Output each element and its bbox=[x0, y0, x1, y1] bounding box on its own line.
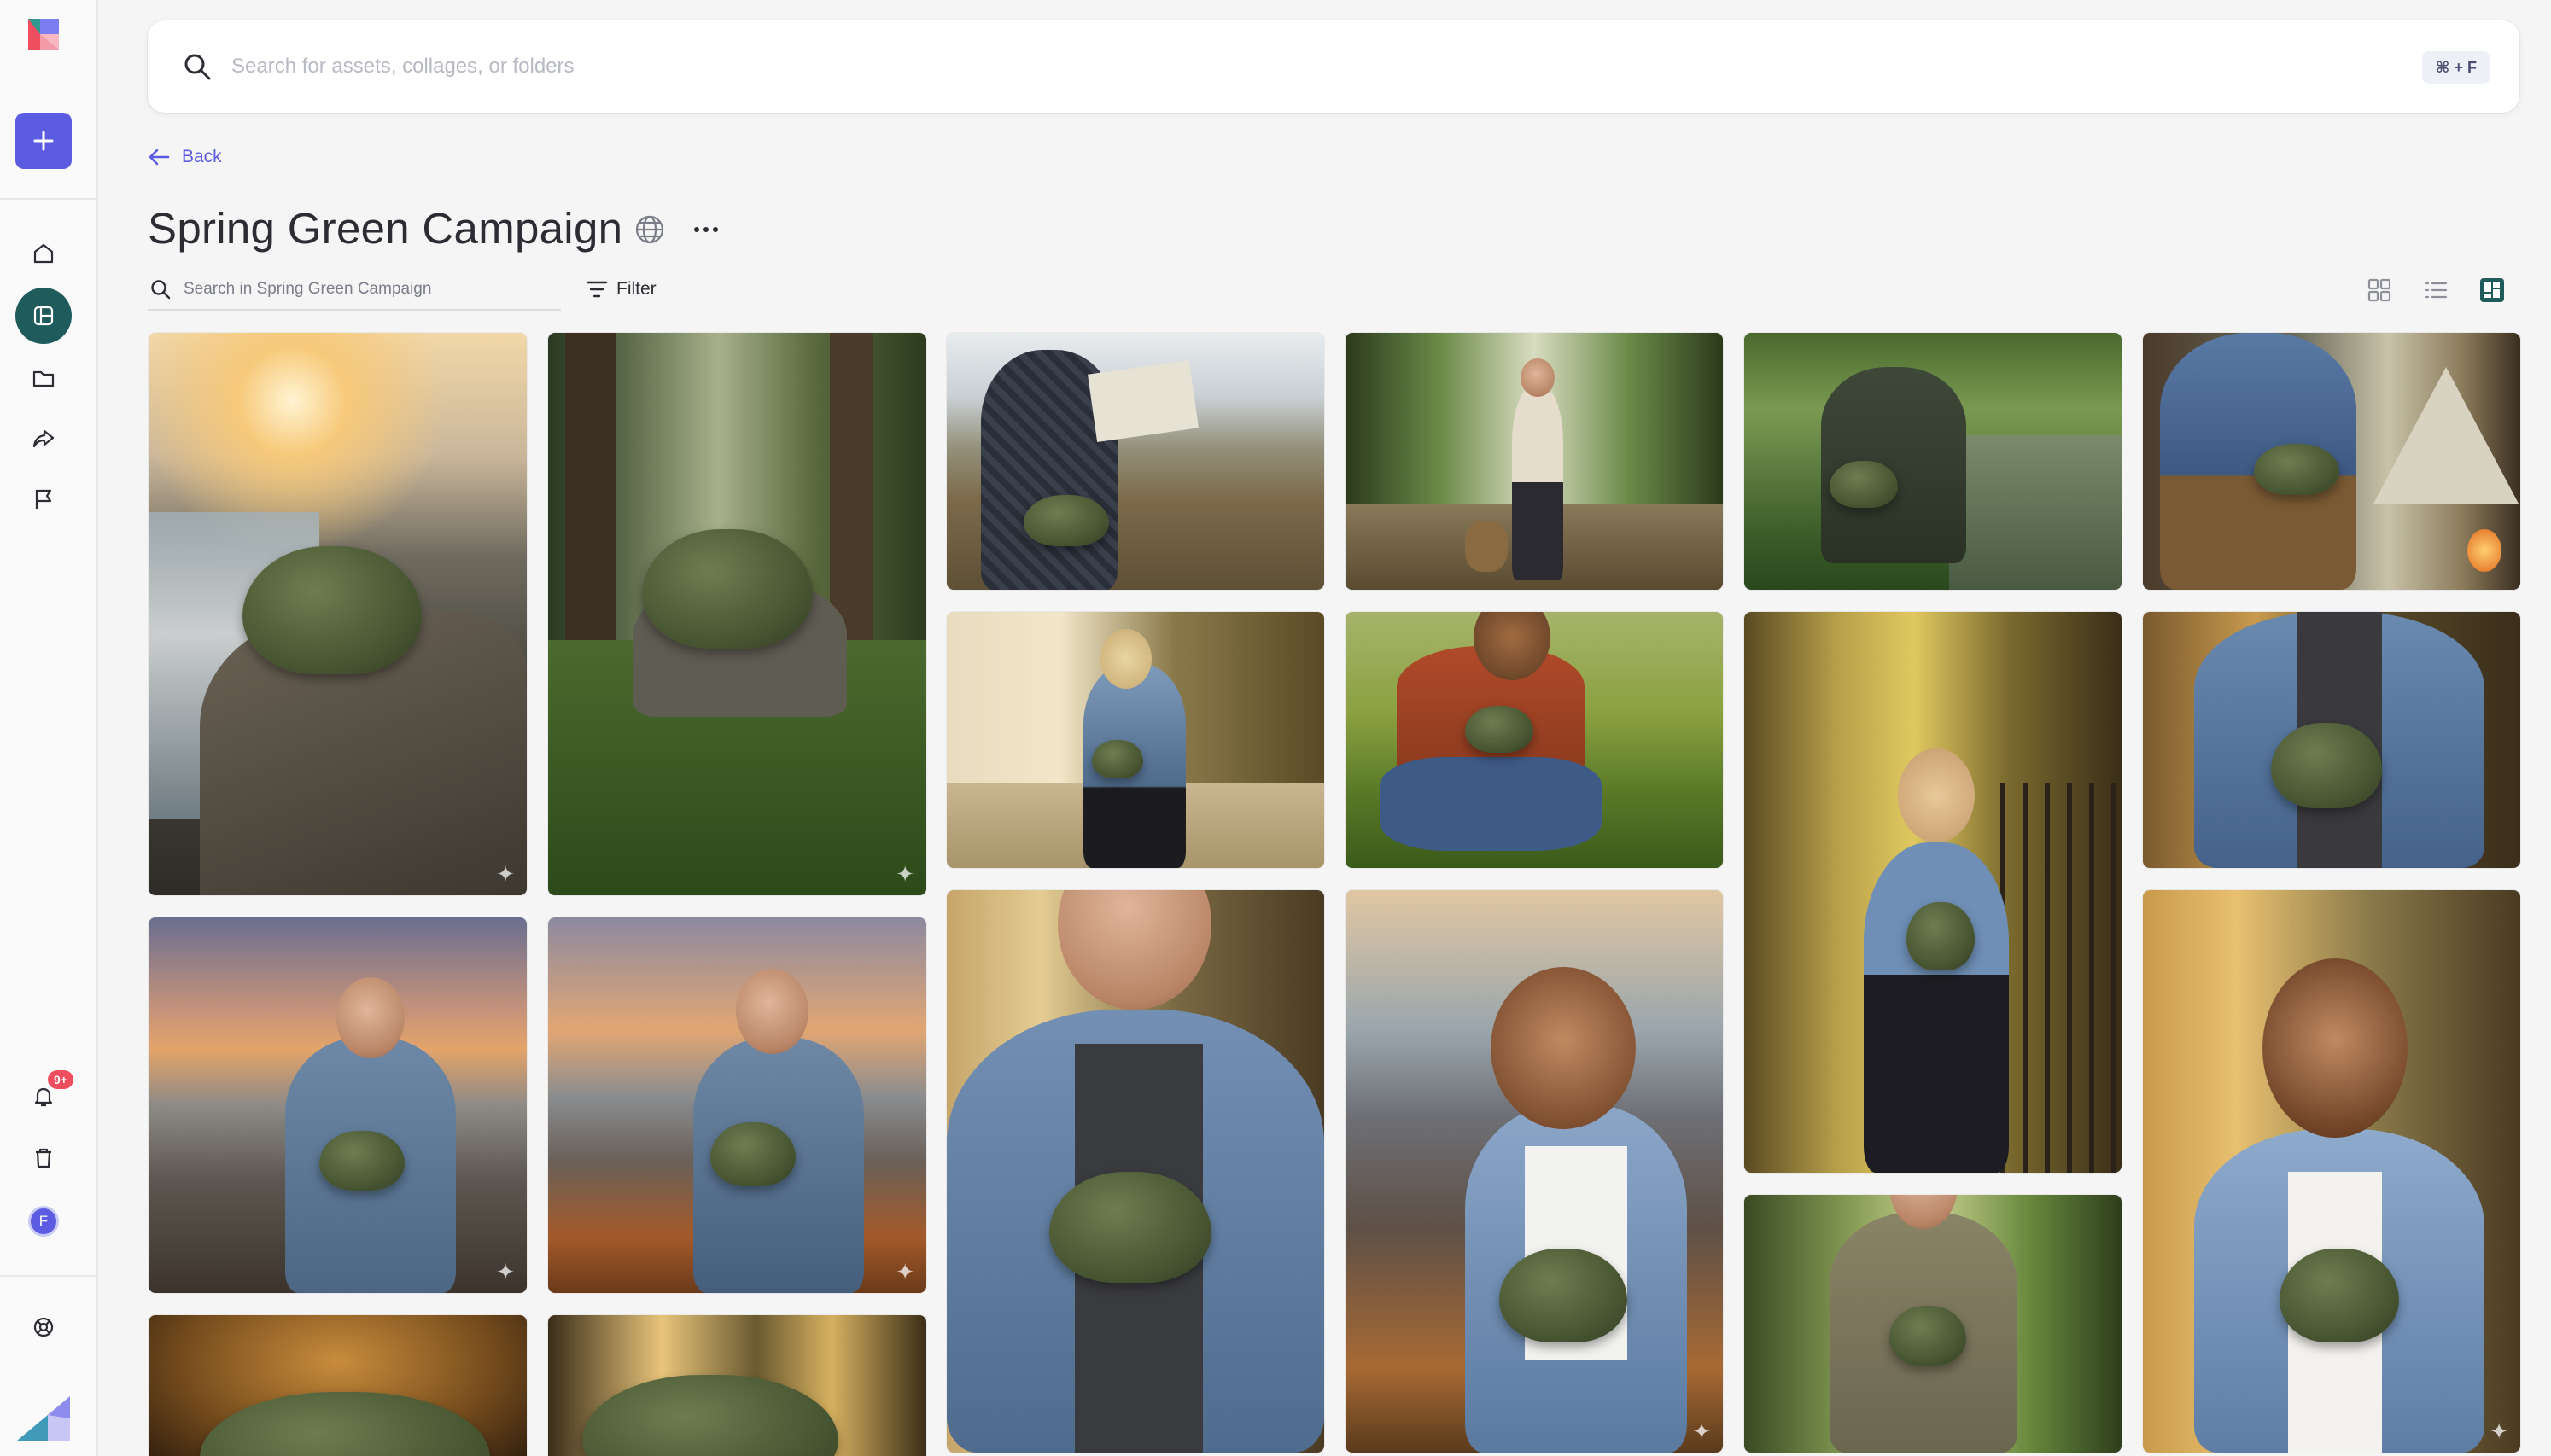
collections-icon bbox=[33, 306, 54, 326]
search-shortcut-hint: ⌘ + F bbox=[2421, 51, 2490, 84]
asset-tile-hiker-with-map-on-cliff[interactable] bbox=[149, 1315, 527, 1456]
global-search-input[interactable] bbox=[231, 46, 2280, 87]
masonry-view-button[interactable] bbox=[2475, 273, 2509, 307]
ai-sparkle-icon: ✦ bbox=[496, 1259, 515, 1284]
asset-tile-fanny-pack-on-sea-rocks-sunset[interactable]: ✦ bbox=[149, 333, 527, 895]
sidebar-item-home[interactable] bbox=[15, 225, 72, 282]
asset-tile-man-looking-out-coast[interactable]: ✦ bbox=[1346, 890, 1723, 1453]
sidebar-item-notifications[interactable]: 9+ bbox=[15, 1069, 73, 1125]
ai-sparkle-icon: ✦ bbox=[2490, 1418, 2508, 1444]
ai-sparkle-icon: ✦ bbox=[496, 861, 515, 887]
filter-icon bbox=[586, 281, 608, 298]
list-view-icon bbox=[2425, 282, 2448, 299]
asset-tile-fanny-pack-on-mossy-forest-rock[interactable]: ✦ bbox=[149, 917, 527, 1293]
home-icon bbox=[33, 243, 54, 264]
asset-tile-fanny-pack-forest-sunlight[interactable]: ✦ bbox=[2143, 890, 2520, 1453]
back-label: Back bbox=[182, 147, 222, 166]
flag-icon bbox=[35, 489, 52, 509]
asset-tile-man-tshirt-forest[interactable] bbox=[1744, 1195, 2122, 1453]
more-options-icon[interactable] bbox=[690, 213, 722, 246]
sidebar-divider bbox=[0, 1275, 96, 1277]
plus-icon bbox=[33, 131, 54, 151]
asset-tile-man-denim-closeup-forest[interactable] bbox=[1744, 333, 2122, 590]
filter-button[interactable]: Filter bbox=[586, 275, 657, 304]
asset-tile-fanny-pack-studio[interactable] bbox=[2143, 612, 2520, 868]
create-new-button[interactable] bbox=[15, 113, 72, 169]
notification-badge: 9+ bbox=[48, 1070, 73, 1089]
asset-tile-man-denim-jacket-crossbody[interactable] bbox=[1346, 333, 1723, 590]
search-icon bbox=[184, 54, 211, 80]
masonry-view-icon bbox=[2480, 278, 2504, 302]
sidebar-item-collections[interactable] bbox=[15, 288, 72, 344]
list-view-button[interactable] bbox=[2419, 273, 2453, 307]
folder-icon bbox=[32, 370, 55, 387]
app-logo-icon[interactable] bbox=[26, 17, 61, 51]
collection-search bbox=[148, 273, 561, 311]
asset-tile-man-at-campsite-tent[interactable] bbox=[548, 1315, 926, 1456]
asset-tile-woman-in-autumn-park[interactable] bbox=[947, 333, 1324, 590]
sidebar-item-shared[interactable] bbox=[15, 411, 72, 467]
sidebar: 9+ F bbox=[0, 0, 98, 1456]
sidebar-divider bbox=[0, 198, 96, 200]
user-avatar[interactable]: F bbox=[28, 1206, 59, 1237]
asset-tile-man-on-coastal-rocks[interactable] bbox=[1346, 612, 1723, 868]
ai-sparkle-icon: ✦ bbox=[896, 1259, 914, 1284]
trash-icon bbox=[36, 1148, 51, 1168]
help-icon bbox=[33, 1317, 54, 1337]
ai-sparkle-icon: ✦ bbox=[896, 861, 914, 887]
back-link[interactable]: Back bbox=[148, 142, 222, 172]
search-icon bbox=[151, 280, 171, 300]
asset-tile-woman-by-iron-fence[interactable] bbox=[947, 890, 1324, 1453]
ai-sparkle-icon: ✦ bbox=[1692, 1418, 1711, 1444]
sidebar-item-help[interactable] bbox=[15, 1299, 72, 1355]
sidebar-item-trash[interactable] bbox=[15, 1130, 72, 1186]
filter-label: Filter bbox=[616, 279, 657, 299]
asset-tile-woman-smiling-forest[interactable] bbox=[2143, 333, 2520, 590]
sidebar-item-folders[interactable] bbox=[15, 350, 72, 406]
sidebar-item-flagged[interactable] bbox=[15, 471, 72, 527]
asset-tile-man-crouching-mushrooms[interactable] bbox=[947, 612, 1324, 868]
page-title: Spring Green Campaign bbox=[148, 204, 623, 253]
asset-tile-photographer-by-forest-stream[interactable]: ✦ bbox=[548, 917, 926, 1293]
share-icon bbox=[32, 429, 55, 448]
asset-tile-woman-walking-dog-forest-trail[interactable]: ✦ bbox=[548, 333, 926, 895]
asset-tile-woman-coastal-sunset[interactable] bbox=[1744, 612, 2122, 1173]
global-search-bar: ⌘ + F bbox=[148, 20, 2519, 113]
collection-search-input[interactable] bbox=[184, 275, 551, 304]
globe-icon[interactable] bbox=[633, 213, 666, 246]
app-root: 9+ F ⌘ + F bbox=[0, 0, 2551, 1456]
grid-view-button[interactable] bbox=[2362, 273, 2396, 307]
brand-mark-icon bbox=[17, 1396, 70, 1441]
grid-view-icon bbox=[2367, 278, 2391, 302]
arrow-left-icon bbox=[149, 149, 170, 166]
